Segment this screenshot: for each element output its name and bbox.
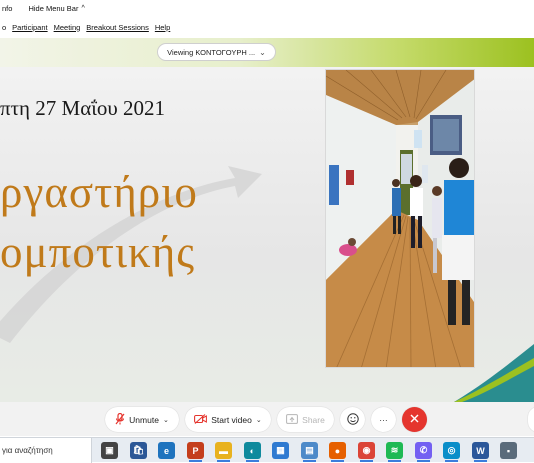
- reactions-button[interactable]: [340, 407, 365, 432]
- app-tail-icon[interactable]: ▪: [500, 442, 517, 459]
- start-video-button[interactable]: Start video ⌄: [185, 407, 271, 432]
- viewing-selector[interactable]: Viewing ΚΟΝΤΟΓΟΥΡΗ ... ⌄: [157, 43, 276, 61]
- share-label: Share: [302, 414, 325, 425]
- chevron-up-icon: ^: [81, 4, 85, 12]
- classroom-photo: [325, 69, 475, 368]
- app-grid-icon[interactable]: ▤: [301, 442, 318, 459]
- close-icon: [410, 414, 419, 425]
- viber-icon[interactable]: ✆: [415, 442, 432, 459]
- word-icon[interactable]: W: [472, 442, 489, 459]
- chrome-icon[interactable]: ◉: [358, 442, 375, 459]
- viewing-label: Viewing ΚΟΝΤΟΓΟΥΡΗ ...: [167, 47, 256, 57]
- firefox-icon[interactable]: ●: [329, 442, 346, 459]
- task-view-icon[interactable]: ▣: [101, 442, 118, 459]
- muted-mic-icon: [115, 412, 125, 427]
- menu-item-meeting[interactable]: Meeting: [54, 23, 81, 32]
- shared-content-area: πτη 27 Μαΐου 2021 ργαστήριο ομποτικής: [0, 38, 534, 402]
- menu-item-help[interactable]: Help: [155, 23, 170, 32]
- taskbar-search-text: για αναζήτηση: [2, 446, 53, 455]
- powerpoint-icon[interactable]: P: [187, 442, 204, 459]
- file-explorer-icon[interactable]: ▬: [215, 442, 232, 459]
- os-taskbar: για αναζήτηση ▣ 🛍 e P ▬ ◐ ▦ ▤ ● ◉ ≋ ✆ ◎ W ▪: [0, 437, 534, 463]
- chevron-down-icon[interactable]: ⌄: [163, 416, 169, 424]
- slide-title-line2: ομποτικής: [0, 227, 196, 277]
- unmute-button[interactable]: Unmute ⌄: [105, 407, 179, 432]
- share-button[interactable]: Share: [277, 407, 334, 432]
- taskbar-search-box[interactable]: για αναζήτηση: [0, 438, 92, 463]
- meeting-toolbar: Unmute ⌄ Start video ⌄ Share ···: [0, 402, 534, 436]
- start-video-label: Start video: [211, 414, 252, 425]
- edge-icon[interactable]: ◐: [244, 442, 261, 459]
- unmute-label: Unmute: [129, 414, 159, 425]
- hide-menu-bar-label: Hide Menu Bar: [28, 3, 79, 13]
- photos-icon[interactable]: ▦: [272, 442, 289, 459]
- hide-menu-bar-button[interactable]: Hide Menu Bar ^: [28, 4, 84, 13]
- chevron-down-icon: ⌄: [259, 47, 266, 57]
- webex-icon[interactable]: ◎: [443, 442, 460, 459]
- smiley-icon: [346, 412, 359, 427]
- share-screen-icon: [286, 413, 299, 426]
- more-options-label: ···: [379, 414, 388, 425]
- spotify-icon[interactable]: ≋: [386, 442, 403, 459]
- menu-item-view[interactable]: o: [2, 23, 6, 32]
- video-off-icon: [194, 413, 208, 426]
- info-menu[interactable]: nfo: [2, 4, 12, 13]
- menu-item-breakout-sessions[interactable]: Breakout Sessions: [86, 23, 149, 32]
- edge-legacy-icon[interactable]: e: [158, 442, 175, 459]
- top-bar: nfo Hide Menu Bar ^: [0, 0, 534, 16]
- chevron-down-icon[interactable]: ⌄: [256, 416, 262, 424]
- leave-meeting-button[interactable]: [402, 407, 427, 432]
- slide-title-line1: ργαστήριο: [0, 167, 198, 217]
- menu-item-participant[interactable]: Participant: [12, 23, 47, 32]
- more-options-button[interactable]: ···: [371, 407, 396, 432]
- menu-bar: o Participant Meeting Breakout Sessions …: [0, 18, 534, 36]
- slide-date-text: πτη 27 Μαΐου 2021: [0, 96, 165, 120]
- store-icon[interactable]: 🛍: [130, 442, 147, 459]
- participants-button-edge[interactable]: [528, 407, 534, 432]
